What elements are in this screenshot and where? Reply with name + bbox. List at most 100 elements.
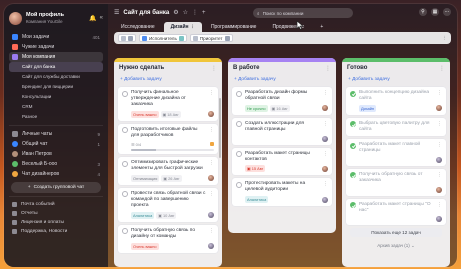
scrollbar[interactable] <box>219 98 221 158</box>
add-task-button[interactable]: + Добавить задачу <box>114 74 222 85</box>
tab-promotion[interactable]: Продвижение <box>265 22 311 32</box>
sidebar-item-others-tasks[interactable]: Чужие задачи <box>9 42 103 52</box>
sidebar-item-license[interactable]: Лицензия и оплаты <box>9 218 103 227</box>
column-header[interactable]: Нужно сделать ⋮ <box>114 62 222 74</box>
profile-header[interactable]: Мой профиль Компания YouGile 🔔 « <box>9 10 103 26</box>
search-input[interactable]: ⌕ Поиск по компании <box>253 8 353 18</box>
task-checkbox[interactable] <box>122 90 128 97</box>
task-card[interactable]: Получить обратную связь по дизайну от ко… <box>118 224 218 253</box>
sidebar-item-my-company[interactable]: Моя компания <box>9 52 103 62</box>
settings-icon[interactable]: ⚙ <box>173 9 178 16</box>
task-card[interactable]: Разработать макет главной страницы ⋮ <box>346 139 446 166</box>
project-item[interactable]: CRM <box>9 102 103 112</box>
more-icon[interactable]: ⋮ <box>325 65 331 72</box>
bell-icon[interactable]: 🔔 <box>89 15 96 22</box>
filter-executor[interactable]: Исполнитель <box>139 34 187 42</box>
sidebar-item-my-tasks[interactable]: Мои задачи 401 <box>9 32 103 42</box>
task-card[interactable]: Провести связь обратной связи с командой… <box>118 187 218 222</box>
add-task-button[interactable]: + Добавить задачу <box>228 74 336 85</box>
more-icon[interactable]: ⋮ <box>437 90 442 96</box>
board-view-icon[interactable] <box>121 35 126 41</box>
project-item[interactable]: Брендинг для пиццерии <box>9 82 103 92</box>
add-tab-button[interactable]: + <box>313 22 330 32</box>
task-card[interactable]: Разработать дизайн формы обратной связи … <box>232 87 332 115</box>
list-view-icon[interactable] <box>128 35 133 41</box>
tab-design[interactable]: Дизайн ⋮ <box>163 21 202 32</box>
show-more-button[interactable]: Показать еще 12 задач <box>350 228 442 238</box>
more-icon[interactable]: ⋮ <box>323 121 328 127</box>
column-header[interactable]: Готово ⋮ <box>342 62 450 74</box>
task-checkbox[interactable] <box>236 90 242 97</box>
more-icon[interactable]: ⋮ <box>437 142 442 148</box>
star-icon[interactable]: ☆ <box>183 9 188 16</box>
project-item[interactable]: Сайт для банка <box>9 62 103 72</box>
view-switch[interactable] <box>118 34 136 42</box>
project-item[interactable]: Разное <box>9 112 103 122</box>
archive-link[interactable]: Архив задач (1) ⌄ <box>342 240 450 252</box>
task-checkbox[interactable] <box>236 121 242 128</box>
more-icon[interactable]: ⋮ <box>437 202 442 208</box>
more-icon[interactable]: ⋮ <box>437 121 442 127</box>
task-card[interactable]: Оптимизировать графические элементы для … <box>118 157 218 185</box>
task-checkbox[interactable] <box>350 202 356 208</box>
task-card[interactable]: Получить обратную связь от заказчика ⋮ <box>346 168 446 196</box>
task-checkbox[interactable] <box>350 142 356 149</box>
task-checkbox[interactable] <box>350 121 356 128</box>
column-header[interactable]: В работе ⋮ <box>228 62 336 74</box>
task-card[interactable]: Разработать макет страницы контактов ⋮ ▣… <box>232 147 332 176</box>
task-card[interactable]: Создать иллюстрации для главной страницы… <box>232 117 332 145</box>
sidebar-collapse-icon[interactable]: « <box>100 15 103 22</box>
tab-research[interactable]: Исследование <box>114 22 162 32</box>
sidebar-item-chat[interactable]: Общий чат 1 <box>9 139 103 149</box>
task-checkbox[interactable] <box>350 90 356 97</box>
more-icon[interactable]: ⋮ <box>209 191 214 197</box>
task-checkbox[interactable] <box>236 151 242 157</box>
more-icon[interactable]: ⋮ <box>323 151 328 157</box>
add-task-button[interactable]: + Добавить задачу <box>342 74 450 85</box>
add-icon[interactable]: + <box>202 10 206 16</box>
more-icon[interactable]: ⋮ <box>442 35 447 41</box>
project-item[interactable]: Консультации <box>9 92 103 102</box>
sidebar-item-support[interactable]: Поддержка, Новости <box>9 227 103 236</box>
task-checkbox[interactable] <box>350 172 356 179</box>
grid-icon[interactable]: ▦ <box>431 8 439 16</box>
more-icon[interactable]: ⋮ <box>209 160 214 166</box>
filter-priority[interactable]: Приоритет <box>189 34 233 42</box>
project-title[interactable]: Сайт для банка <box>123 10 169 16</box>
more-icon[interactable]: ⋯ <box>443 8 451 16</box>
avatar[interactable] <box>9 11 22 25</box>
more-icon[interactable]: ⋮ <box>192 9 198 16</box>
task-checkbox[interactable] <box>122 228 128 235</box>
sidebar-item-chat[interactable]: Иван Петров <box>9 149 103 159</box>
project-item[interactable]: Сайт для службы доставки <box>9 72 103 82</box>
more-icon[interactable]: ⋮ <box>190 24 195 30</box>
more-icon[interactable]: ⋮ <box>323 181 328 187</box>
sidebar-item-chat[interactable]: Чат дизайнеров 4 <box>9 169 103 179</box>
sidebar-item-label: Лицензия и оплаты <box>21 220 64 225</box>
task-checkbox[interactable] <box>236 181 242 188</box>
more-icon[interactable]: ⋮ <box>323 90 328 96</box>
sidebar-item-events-mail[interactable]: Почта событий <box>9 200 103 209</box>
task-card[interactable]: Получить финальное утверждение дизайна о… <box>118 87 218 121</box>
task-card[interactable]: Выбрать цветовую палитру для сайта ⋮ <box>346 117 446 136</box>
more-icon[interactable]: ⋮ <box>439 65 445 72</box>
sidebar-item-reports[interactable]: Отчеты <box>9 209 103 218</box>
task-checkbox[interactable] <box>122 160 128 167</box>
task-checkbox[interactable] <box>122 191 128 198</box>
more-icon[interactable]: ⋮ <box>209 127 214 133</box>
sidebar-item-personal-chats[interactable]: Личные чаты 9 <box>9 129 103 139</box>
menu-icon[interactable]: ☰ <box>114 9 119 16</box>
task-card[interactable]: Разработать макет страницы "О нас" ⋮ <box>346 198 446 226</box>
more-icon[interactable]: ⋮ <box>211 65 217 72</box>
task-checkbox[interactable] <box>122 127 128 134</box>
filter-icon[interactable]: ⚲ <box>419 8 427 16</box>
task-card[interactable]: Протестировать макеты на целевой аудитор… <box>232 178 332 206</box>
sidebar-item-chat[interactable]: Веселый Б-ооо 3 <box>9 159 103 169</box>
task-card[interactable]: Подготовить итоговые файлы для разработч… <box>118 123 218 155</box>
more-icon[interactable]: ⋮ <box>209 228 214 234</box>
more-icon[interactable]: ⋮ <box>437 172 442 178</box>
task-card[interactable]: Выполнить концепцию дизайна сайта ⋮ Диза… <box>346 87 446 115</box>
more-icon[interactable]: ⋮ <box>209 90 214 96</box>
tab-programming[interactable]: Программирование <box>204 22 264 32</box>
create-group-chat-button[interactable]: + Создать групповой чат <box>11 182 101 193</box>
